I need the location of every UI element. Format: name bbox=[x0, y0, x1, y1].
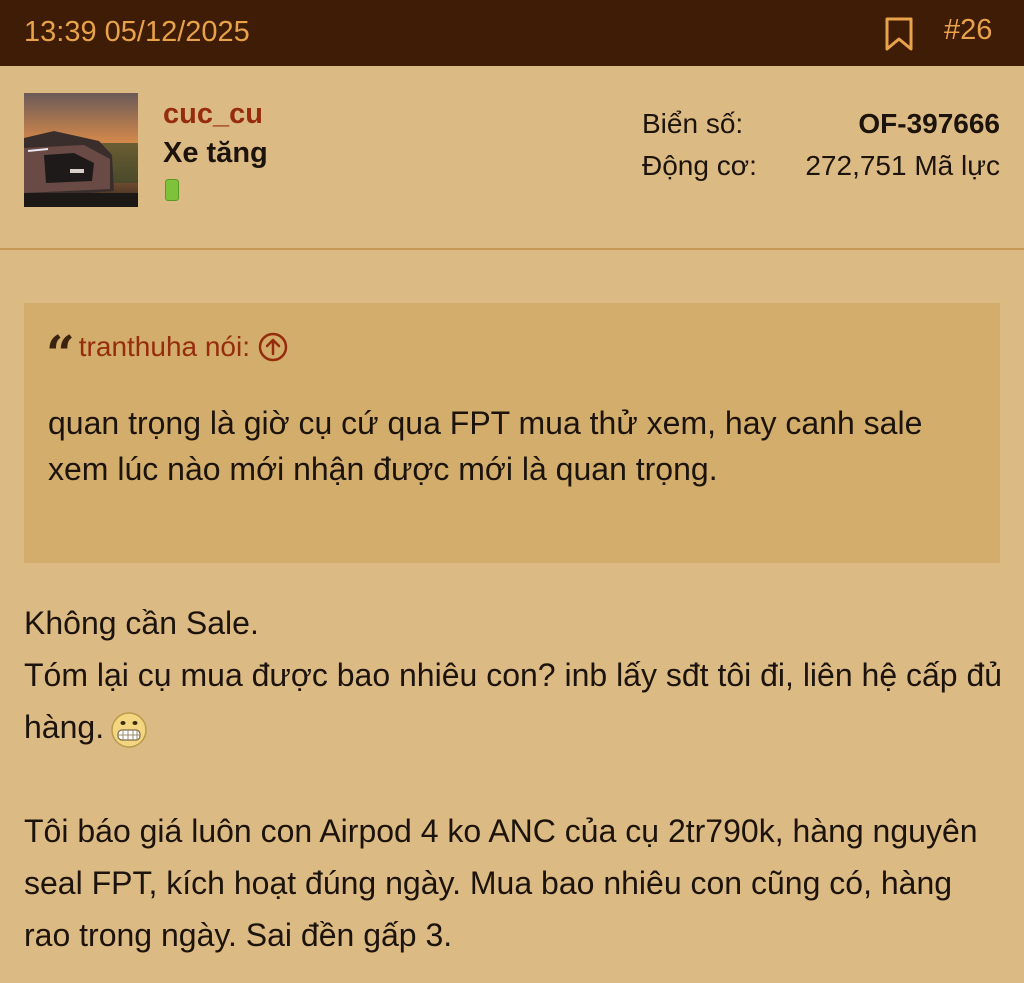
engine-label: Động cơ: bbox=[642, 150, 757, 181]
post-number[interactable]: #26 bbox=[944, 14, 992, 47]
message-text: Tóm lại cụ mua được bao nhiêu con? inb l… bbox=[24, 657, 1003, 745]
quote-text: quan trọng là giờ cụ cứ qua FPT mua thử … bbox=[48, 405, 923, 487]
quote-mark-icon: “ bbox=[46, 324, 75, 383]
bookmark-icon[interactable] bbox=[884, 17, 914, 51]
grin-emoji-icon bbox=[111, 711, 147, 748]
user-title: Xe tăng bbox=[163, 137, 268, 169]
message-line: Tóm lại cụ mua được bao nhiêu con? inb l… bbox=[24, 649, 1004, 753]
online-status-indicator bbox=[165, 179, 179, 201]
quote-block: “ tranthuha nói: quan trọng là giờ cụ cứ… bbox=[24, 303, 1000, 563]
message-body: Không cần Sale. Tóm lại cụ mua được bao … bbox=[24, 597, 1004, 961]
arrow-up-circle-icon[interactable] bbox=[258, 332, 288, 362]
message-paragraph: Tôi báo giá luôn con Airpod 4 ko ANC của… bbox=[24, 813, 978, 953]
user-info-header: cuc_cu Xe tăng Biển số: OF-397666 Động c… bbox=[0, 66, 1024, 250]
quote-author-link[interactable]: “ tranthuha nói: bbox=[46, 324, 288, 383]
avatar-car-image bbox=[24, 93, 138, 207]
post-timestamp[interactable]: 13:39 05/12/2025 bbox=[24, 16, 250, 49]
avatar[interactable] bbox=[24, 93, 138, 207]
engine-value: 272,751 Mã lực bbox=[805, 150, 1000, 181]
plate-label: Biển số: bbox=[642, 108, 744, 139]
plate-value: OF-397666 bbox=[858, 108, 1000, 139]
quote-author: tranthuha nói: bbox=[78, 331, 251, 362]
message-line: Không cần Sale. bbox=[24, 605, 259, 641]
post-header-bar: 13:39 05/12/2025 #26 bbox=[0, 0, 1024, 66]
username-link[interactable]: cuc_cu bbox=[163, 98, 263, 131]
